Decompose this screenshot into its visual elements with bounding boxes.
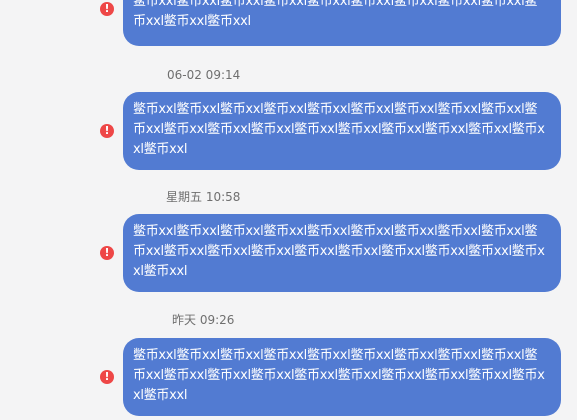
message-row: ! 鳖币xxl鳖币xxl鳖币xxl鳖币xxl鳖币xxl鳖币xxl鳖币xxl鳖币x… xyxy=(98,214,568,292)
message-timestamp: 昨天 09:26 xyxy=(172,313,235,327)
message-bubble[interactable]: 鳖币xxl鳖币xxl鳖币xxl鳖币xxl鳖币xxl鳖币xxl鳖币xxl鳖币xxl… xyxy=(123,0,561,46)
message-timestamp: 星期五 10:58 xyxy=(166,190,241,204)
send-failed-icon[interactable]: ! xyxy=(100,246,114,260)
message-timestamp: 06-02 09:14 xyxy=(167,68,241,82)
message-row: ! 鳖币xxl鳖币xxl鳖币xxl鳖币xxl鳖币xxl鳖币xxl鳖币xxl鳖币x… xyxy=(98,338,568,416)
message-bubble[interactable]: 鳖币xxl鳖币xxl鳖币xxl鳖币xxl鳖币xxl鳖币xxl鳖币xxl鳖币xxl… xyxy=(123,338,561,416)
message-bubble[interactable]: 鳖币xxl鳖币xxl鳖币xxl鳖币xxl鳖币xxl鳖币xxl鳖币xxl鳖币xxl… xyxy=(123,214,561,292)
send-failed-icon[interactable]: ! xyxy=(100,370,114,384)
send-failed-icon[interactable]: ! xyxy=(100,2,114,16)
chat-message-list: ! 鳖币xxl鳖币xxl鳖币xxl鳖币xxl鳖币xxl鳖币xxl鳖币xxl鳖币x… xyxy=(0,0,577,420)
message-row: ! 鳖币xxl鳖币xxl鳖币xxl鳖币xxl鳖币xxl鳖币xxl鳖币xxl鳖币x… xyxy=(98,92,568,170)
send-failed-icon[interactable]: ! xyxy=(100,124,114,138)
message-row: ! 鳖币xxl鳖币xxl鳖币xxl鳖币xxl鳖币xxl鳖币xxl鳖币xxl鳖币x… xyxy=(98,0,568,46)
message-bubble[interactable]: 鳖币xxl鳖币xxl鳖币xxl鳖币xxl鳖币xxl鳖币xxl鳖币xxl鳖币xxl… xyxy=(123,92,561,170)
